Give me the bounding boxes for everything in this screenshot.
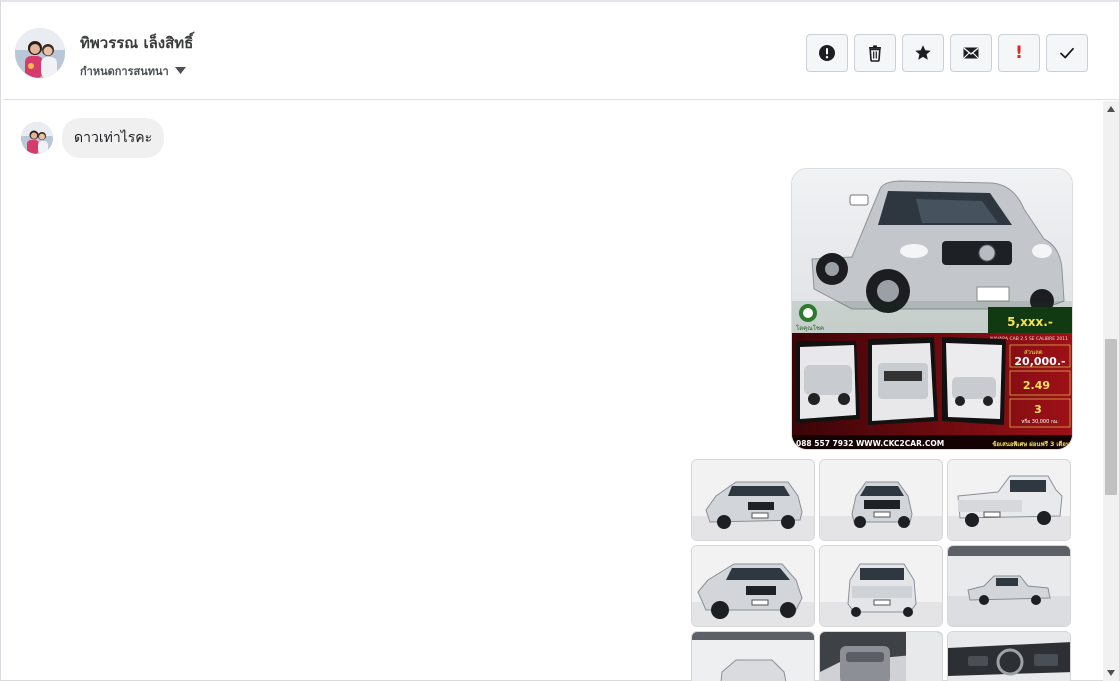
conversation-settings-dropdown[interactable]: กำหนดการสนทนา xyxy=(80,62,186,80)
scroll-down-button[interactable] xyxy=(1103,665,1119,681)
ad-brand-text: โตคุณโชค xyxy=(796,324,824,332)
car-photo-thumbnail[interactable] xyxy=(819,545,943,627)
messenger-window: ทิพวรรณ เล็งสิทธิ์ กำหนดการสนทนา ! ดาวเท… xyxy=(0,0,1120,681)
conversation-settings-label: กำหนดการสนทนา xyxy=(80,65,169,78)
exclamation-mark-icon: ! xyxy=(1015,42,1023,63)
star-button[interactable] xyxy=(902,34,944,72)
ad-warranty-years: 3 xyxy=(1034,403,1042,416)
car-photo-thumbnail[interactable] xyxy=(691,631,815,681)
car-photo-thumbnail[interactable] xyxy=(947,459,1071,541)
mark-unread-button[interactable] xyxy=(950,34,992,72)
car-photo-thumbnail[interactable] xyxy=(819,631,943,681)
ad-detail-panels xyxy=(796,337,1006,425)
arrow-down-icon xyxy=(1107,670,1115,676)
vertical-scrollbar[interactable] xyxy=(1103,101,1119,681)
caret-down-icon xyxy=(174,67,186,74)
important-button[interactable]: ! xyxy=(998,34,1040,72)
arrow-up-icon xyxy=(1107,106,1115,112)
conversation-toolbar: ! xyxy=(806,34,1088,72)
sender-avatar[interactable] xyxy=(21,122,53,154)
car-photo-thumbnail[interactable] xyxy=(691,545,815,627)
delete-button[interactable] xyxy=(854,34,896,72)
envelope-icon xyxy=(963,47,979,59)
star-icon xyxy=(915,45,931,60)
message-thread: ดาวเท่าไรคะ โตคุณโชค 5,xxx.- NAVARA CAB … xyxy=(3,101,1103,681)
scrollbar-thumb[interactable] xyxy=(1105,339,1117,495)
car-ad-graphic: โตคุณโชค 5,xxx.- NAVARA CAB 2.5 SE CALIB… xyxy=(792,169,1072,449)
done-button[interactable] xyxy=(1046,34,1088,72)
contact-avatar[interactable] xyxy=(15,28,65,78)
photo-thumbnail-grid xyxy=(691,459,1073,681)
ad-promo-text: ข้อเสนอพิเศษ ผ่อนฟรี 3 เดือน xyxy=(992,440,1071,448)
mark-spam-button[interactable] xyxy=(806,34,848,72)
car-photo-thumbnail[interactable] xyxy=(947,631,1071,681)
car-photo-thumbnail[interactable] xyxy=(691,459,815,541)
ad-installment-text: 5,xxx.- xyxy=(1007,315,1053,329)
exclamation-circle-icon xyxy=(819,45,835,61)
conversation-header: ทิพวรรณ เล็งสิทธิ์ กำหนดการสนทนา ! xyxy=(3,4,1119,100)
contact-name: ทิพวรรณ เล็งสิทธิ์ xyxy=(80,34,194,52)
ad-rate-text: 2.49 xyxy=(1023,379,1050,392)
ad-discount-text: 20,000.- xyxy=(1014,355,1065,368)
ad-contact-text: 088 557 7932 WWW.CKC2CAR.COM xyxy=(796,439,944,448)
ad-warranty-km: หรือ 30,000 กม. xyxy=(1021,418,1059,425)
trash-icon xyxy=(869,45,881,62)
check-icon xyxy=(1060,47,1074,59)
scroll-up-button[interactable] xyxy=(1103,101,1119,117)
incoming-message-row: ดาวเท่าไรคะ xyxy=(21,118,165,158)
message-bubble[interactable]: ดาวเท่าไรคะ xyxy=(62,118,165,158)
car-photo-thumbnail[interactable] xyxy=(819,459,943,541)
car-photo-thumbnail[interactable] xyxy=(947,545,1071,627)
car-advertisement-image[interactable]: โตคุณโชค 5,xxx.- NAVARA CAB 2.5 SE CALIB… xyxy=(791,168,1073,450)
